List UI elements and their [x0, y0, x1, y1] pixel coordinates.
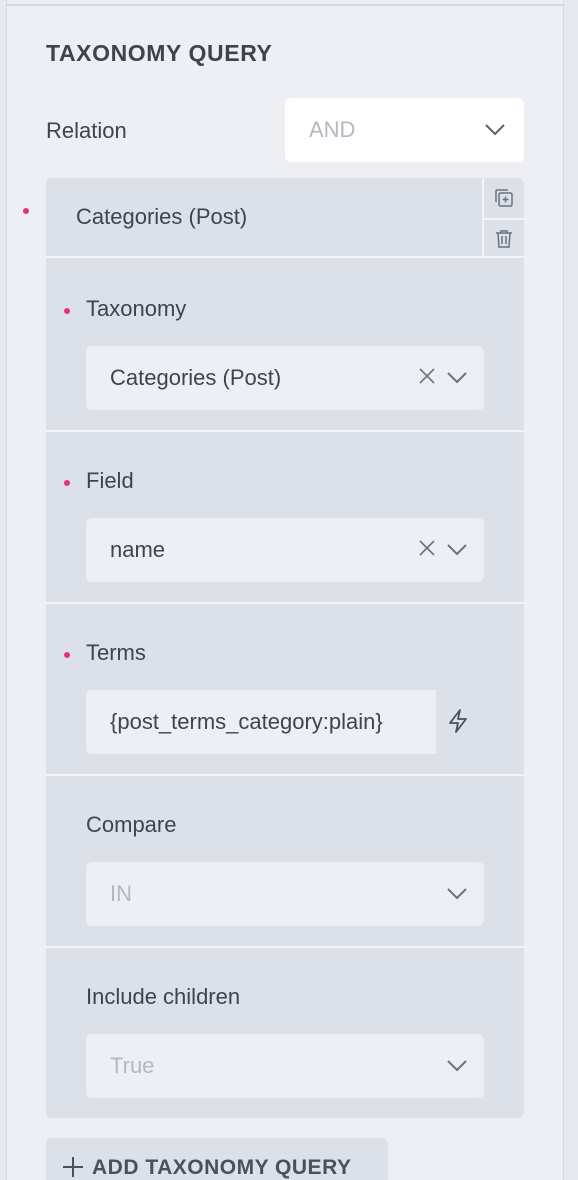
required-indicator — [64, 480, 70, 486]
terms-field: Terms {post_terms_category:plain} — [46, 604, 524, 776]
taxonomy-value: Categories (Post) — [110, 365, 282, 390]
field-select[interactable]: name — [86, 518, 484, 582]
add-taxonomy-query-button[interactable]: ADD TAXONOMY QUERY — [46, 1138, 388, 1180]
field-label: Field — [86, 468, 134, 493]
compare-label: Compare — [86, 812, 177, 837]
taxonomy-label: Taxonomy — [86, 296, 187, 321]
include-children-field: Include children True — [46, 948, 524, 1120]
terms-label: Terms — [86, 640, 146, 665]
trash-icon[interactable] — [484, 218, 524, 258]
add-taxonomy-query-label: ADD TAXONOMY QUERY — [92, 1156, 352, 1179]
group-header[interactable]: Categories (Post) — [46, 178, 524, 258]
required-indicator — [64, 652, 70, 658]
compare-value: IN — [110, 881, 132, 906]
relation-label: Relation — [46, 118, 127, 143]
close-icon[interactable] — [418, 537, 436, 563]
bolt-icon[interactable] — [446, 708, 470, 739]
chevron-down-icon — [484, 117, 506, 143]
compare-select[interactable]: IN — [86, 862, 484, 926]
chevron-down-icon — [446, 1053, 468, 1079]
relation-select[interactable]: AND — [285, 98, 524, 162]
chevron-down-icon — [446, 365, 468, 391]
taxonomy-field: Taxonomy Categories (Post) — [46, 260, 524, 432]
include-children-select[interactable]: True — [86, 1034, 484, 1098]
duplicate-icon[interactable] — [484, 178, 524, 218]
taxonomy-select[interactable]: Categories (Post) — [86, 346, 484, 410]
group-actions — [482, 178, 524, 258]
terms-value: {post_terms_category:plain} — [110, 709, 383, 734]
taxonomy-query-group: Categories (Post) Taxonomy Categories (P… — [46, 178, 524, 1118]
required-indicator — [23, 208, 29, 214]
field-field: Field name — [46, 432, 524, 604]
include-children-value: True — [110, 1053, 155, 1078]
plus-icon — [62, 1156, 84, 1180]
section-title: TAXONOMY QUERY — [46, 40, 273, 66]
group-title: Categories (Post) — [76, 204, 248, 229]
terms-input[interactable]: {post_terms_category:plain} — [86, 690, 436, 754]
top-divider — [6, 4, 564, 6]
chevron-down-icon — [446, 881, 468, 907]
chevron-down-icon — [446, 537, 468, 563]
field-value: name — [110, 537, 166, 562]
required-indicator — [64, 308, 70, 314]
compare-field: Compare IN — [46, 776, 524, 948]
include-children-label: Include children — [86, 984, 241, 1009]
relation-value: AND — [309, 117, 356, 142]
close-icon[interactable] — [418, 365, 436, 391]
